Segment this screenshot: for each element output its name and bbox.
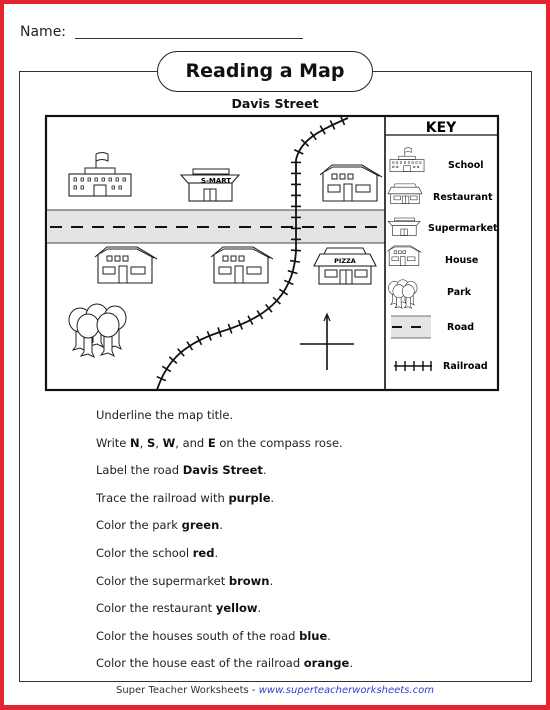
instruction-text: . <box>257 601 262 616</box>
key-label-railroad: Railroad <box>443 361 488 372</box>
instruction-keyword: W <box>162 435 176 450</box>
instruction-keyword: blue <box>299 628 328 643</box>
instruction-item: Color the house east of the railroad ora… <box>96 656 353 670</box>
instruction-text: Color the school <box>96 546 193 560</box>
key-label-school: School <box>448 160 484 171</box>
instruction-text: on the compass rose. <box>215 435 343 450</box>
instruction-text: . <box>349 656 353 671</box>
instruction-keyword: orange <box>303 656 350 671</box>
instruction-item: Color the school red. <box>96 546 218 560</box>
instruction-text: Trace the railroad with <box>96 490 229 505</box>
key-label-park: Park <box>447 287 472 298</box>
instruction-keyword: N <box>130 435 140 450</box>
key-label-supermarket: Supermarket <box>428 223 498 234</box>
key-label-road: Road <box>447 322 474 333</box>
instruction-text: Color the restaurant <box>96 601 216 616</box>
road <box>47 209 385 244</box>
supermarket-sign: S-MART <box>201 177 231 185</box>
instruction-text: . <box>214 546 219 560</box>
instruction-text: . <box>269 573 274 588</box>
instruction-keyword: yellow <box>215 601 258 616</box>
instruction-text: . <box>327 628 331 643</box>
instruction-text: Color the houses south of the road <box>96 628 300 643</box>
instruction-text: Underline the map title. <box>96 408 234 422</box>
instruction-item: Color the restaurant yellow. <box>96 601 261 615</box>
instruction-item: Color the supermarket brown. <box>96 574 273 588</box>
instruction-text: . <box>219 518 223 533</box>
instruction-text: . <box>270 490 275 505</box>
instruction-keyword: brown <box>228 573 270 588</box>
instruction-text: Color the house east of the railroad <box>96 656 304 671</box>
instruction-item: Write N, S, W, and E on the compass rose… <box>96 436 343 450</box>
footer: Super Teacher Worksheets - www.superteac… <box>0 685 550 696</box>
key-road-icon <box>391 315 431 339</box>
instruction-text: , <box>139 435 147 450</box>
restaurant-sign: PIZZA <box>334 257 356 265</box>
instruction-text: Write <box>96 435 131 450</box>
instruction-item: Color the park green. <box>96 518 223 532</box>
instruction-item: Label the road Davis Street. <box>96 463 267 477</box>
instruction-keyword: red <box>192 546 215 560</box>
footer-brand: Super Teacher Worksheets - <box>116 685 259 696</box>
instruction-keyword: E <box>207 435 216 450</box>
instruction-text: Color the supermarket <box>96 573 229 588</box>
instruction-item: Color the houses south of the road blue. <box>96 629 331 643</box>
instruction-text: . <box>262 463 267 478</box>
instruction-text: Label the road <box>96 463 183 478</box>
instruction-keyword: green <box>181 518 220 533</box>
key-label-restaurant: Restaurant <box>433 192 493 203</box>
footer-url[interactable]: www.superteacherworksheets.com <box>259 685 434 696</box>
map: S-MART PIZZA KEY School Restaurant Super… <box>44 114 500 392</box>
instruction-keyword: Davis Street <box>182 463 263 478</box>
instruction-text: , and <box>175 435 208 450</box>
key-label-house: House <box>445 255 478 266</box>
instruction-text: Color the park <box>96 518 182 533</box>
instruction-text: , <box>155 435 163 450</box>
instruction-keyword: purple <box>228 490 271 505</box>
map-frame <box>44 114 500 392</box>
key-title: KEY <box>426 120 457 136</box>
instruction-item: Trace the railroad with purple. <box>96 491 274 505</box>
instruction-item: Underline the map title. <box>96 408 233 422</box>
